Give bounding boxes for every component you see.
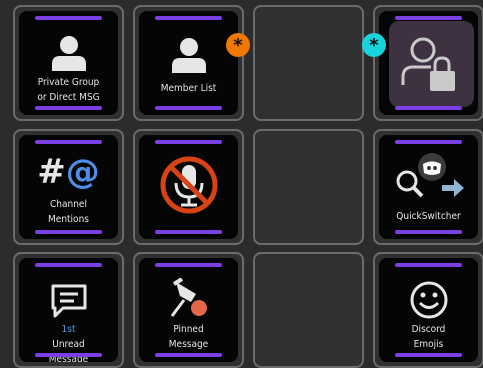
first-prefix: 1st: [61, 324, 76, 335]
key-private-group-direct-msg[interactable]: Private Group or Direct MSG: [13, 5, 124, 121]
empty-key-slot[interactable]: [253, 5, 364, 121]
person-icon: [19, 33, 118, 73]
search-discord-arrow-icon: [379, 151, 478, 201]
key-face: [139, 135, 238, 239]
key-quickswitcher[interactable]: QuickSwitcher: [373, 129, 483, 245]
empty-key-slot[interactable]: [253, 129, 364, 245]
key-label: Private Group or Direct MSG: [37, 77, 100, 103]
key-label: Member List: [160, 83, 217, 94]
key-channel-mentions[interactable]: # @ Channel Mentions: [13, 129, 124, 245]
key-face: Discord Emojis: [379, 258, 478, 362]
smiley-icon: [379, 280, 478, 320]
message-icon: [19, 282, 118, 320]
key-label: Channel Mentions: [48, 199, 89, 225]
key-label: Pinned Message: [168, 324, 209, 350]
key-face: [379, 11, 478, 115]
key-face: Pinned Message: [139, 258, 238, 362]
person-icon: [139, 35, 238, 75]
key-mute-microphone[interactable]: [133, 129, 244, 245]
empty-key-slot[interactable]: [253, 252, 364, 368]
key-first-unread-message[interactable]: 1st Unread Message: [13, 252, 124, 368]
key-member-list[interactable]: Member List: [133, 5, 244, 121]
key-label: QuickSwitcher: [396, 211, 461, 222]
cyan-asterisk-badge: *: [362, 33, 386, 57]
key-private-lock[interactable]: [373, 5, 483, 121]
key-face: Member List: [139, 11, 238, 115]
key-face: QuickSwitcher: [379, 135, 478, 239]
hash-at-icon: # @: [37, 152, 100, 192]
key-label: 1st Unread Message: [21, 322, 116, 362]
pin-icon: [139, 278, 238, 320]
muted-microphone-icon: [139, 153, 238, 217]
key-label: Discord Emojis: [411, 324, 446, 350]
key-face: 1st Unread Message: [19, 258, 118, 362]
orange-asterisk-badge: *: [226, 33, 250, 57]
key-face: # @ Channel Mentions: [19, 135, 118, 239]
person-lock-icon: [379, 33, 478, 97]
key-discord-emojis[interactable]: Discord Emojis: [373, 252, 483, 368]
key-pinned-message[interactable]: Pinned Message: [133, 252, 244, 368]
key-face: Private Group or Direct MSG: [19, 11, 118, 115]
